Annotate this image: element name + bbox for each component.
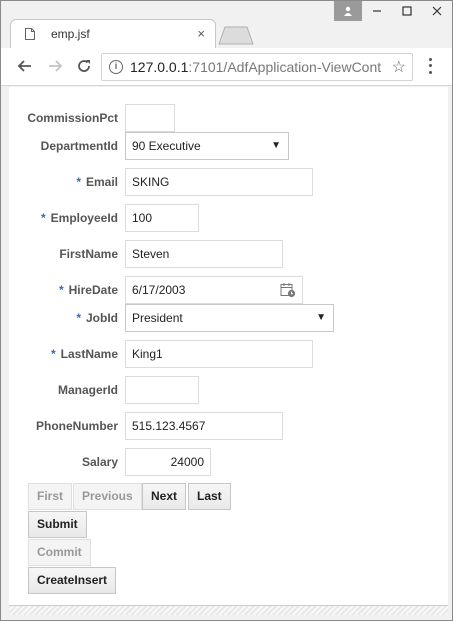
last-name-row: * LastName King1 xyxy=(9,340,448,368)
window-controls xyxy=(334,1,452,21)
maximize-button[interactable] xyxy=(392,1,422,21)
job-id-value: President xyxy=(132,311,183,325)
forward-button[interactable] xyxy=(45,56,65,76)
new-tab-button[interactable] xyxy=(216,25,256,45)
salary-row: Salary 24000 xyxy=(9,448,448,476)
last-button[interactable]: Last xyxy=(188,483,231,510)
phone-number-label: PhoneNumber xyxy=(35,419,118,433)
email-row: * Email SKING xyxy=(9,168,448,196)
department-id-value: 90 Executive xyxy=(132,139,201,153)
employee-id-input[interactable]: 100 xyxy=(125,204,199,232)
browser-menu-icon[interactable] xyxy=(423,56,437,76)
page-icon xyxy=(25,28,35,40)
hire-date-value: 6/17/2003 xyxy=(132,283,186,297)
phone-number-row: PhoneNumber 515.123.4567 xyxy=(9,412,448,440)
status-strip xyxy=(9,605,448,615)
first-name-row: FirstName Steven xyxy=(9,240,448,268)
address-bar[interactable]: i 127.0.0.1:7101/AdfApplication-ViewCont… xyxy=(101,53,413,81)
browser-tab[interactable]: emp.jsf × xyxy=(10,19,216,48)
url-path: :7101/AdfApplication-ViewContr xyxy=(188,59,382,75)
commission-pct-input[interactable] xyxy=(125,104,175,132)
calendar-icon[interactable] xyxy=(280,282,296,298)
close-tab-icon[interactable]: × xyxy=(197,26,205,41)
employee-id-label: * EmployeeId xyxy=(40,211,118,225)
salary-label: Salary xyxy=(81,455,118,469)
department-id-select[interactable]: 90 Executive ▼ xyxy=(125,132,289,160)
last-name-input[interactable]: King1 xyxy=(125,340,313,368)
email-label: * Email xyxy=(76,175,118,189)
salary-input[interactable]: 24000 xyxy=(125,448,211,476)
chevron-down-icon: ▼ xyxy=(271,140,281,151)
job-id-select[interactable]: President ▼ xyxy=(125,304,334,332)
bookmark-star-icon[interactable]: ☆ xyxy=(392,57,406,77)
required-marker: * xyxy=(76,175,81,189)
page-content: CommissionPct DepartmentId 90 Executive … xyxy=(9,87,448,605)
phone-number-input[interactable]: 515.123.4567 xyxy=(125,412,283,440)
info-icon[interactable]: i xyxy=(109,60,123,74)
browser-toolbar: i 127.0.0.1:7101/AdfApplication-ViewCont… xyxy=(1,48,452,86)
job-id-row: * JobId President ▼ xyxy=(9,304,448,332)
url-host: 127.0.0.1 xyxy=(130,59,189,75)
url-text: 127.0.0.1:7101/AdfApplication-ViewContr xyxy=(130,59,382,75)
commit-button[interactable]: Commit xyxy=(28,539,91,566)
hire-date-label: * HireDate xyxy=(58,283,118,297)
browser-window: emp.jsf × i 127.0.0.1:7101/AdfApplicatio… xyxy=(0,0,453,621)
manager-id-label: ManagerId xyxy=(57,383,118,397)
job-id-label: * JobId xyxy=(76,311,118,325)
hire-date-row: * HireDate 6/17/2003 xyxy=(9,276,448,304)
department-id-label: DepartmentId xyxy=(40,139,118,153)
minimize-button[interactable] xyxy=(362,1,392,21)
required-marker: * xyxy=(58,283,64,297)
required-marker: * xyxy=(76,311,81,325)
first-button[interactable]: First xyxy=(28,483,73,510)
last-name-label: * LastName xyxy=(50,347,118,361)
create-insert-button[interactable]: CreateInsert xyxy=(28,567,117,594)
required-marker: * xyxy=(50,347,56,361)
next-button[interactable]: Next xyxy=(142,483,187,510)
previous-button[interactable]: Previous xyxy=(73,483,142,510)
user-icon[interactable] xyxy=(334,1,362,21)
manager-id-row: ManagerId xyxy=(9,376,448,404)
back-button[interactable] xyxy=(15,56,35,76)
commission-pct-label: CommissionPct xyxy=(27,111,118,125)
reload-button[interactable] xyxy=(74,56,94,76)
hire-date-input[interactable]: 6/17/2003 xyxy=(125,276,303,304)
chevron-down-icon: ▼ xyxy=(316,312,326,323)
first-name-input[interactable]: Steven xyxy=(125,240,283,268)
required-marker: * xyxy=(40,211,46,225)
tab-title: emp.jsf xyxy=(51,27,90,41)
employee-id-row: * EmployeeId 100 xyxy=(9,204,448,232)
commission-pct-row: CommissionPct xyxy=(9,104,448,132)
manager-id-input[interactable] xyxy=(125,376,199,404)
submit-button[interactable]: Submit xyxy=(28,511,87,538)
department-id-row: DepartmentId 90 Executive ▼ xyxy=(9,132,448,160)
close-window-button[interactable] xyxy=(422,1,452,21)
first-name-label: FirstName xyxy=(59,247,118,261)
title-bar: emp.jsf × xyxy=(1,1,452,48)
email-input[interactable]: SKING xyxy=(125,168,313,196)
